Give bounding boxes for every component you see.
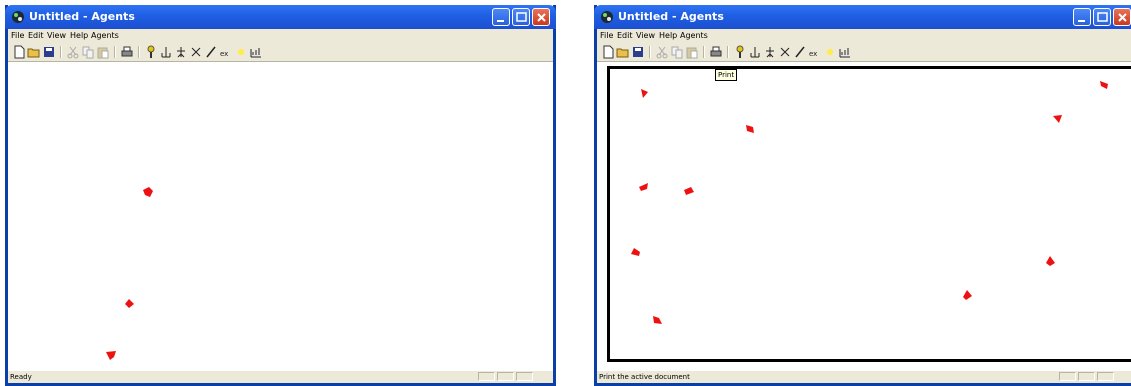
toolbar: ex: [597, 43, 1131, 62]
agent-marker: [1046, 256, 1055, 266]
status-text: Print the active document: [599, 373, 690, 381]
copy-icon[interactable]: [670, 45, 684, 59]
x-icon[interactable]: [189, 45, 203, 59]
agents-canvas[interactable]: [8, 62, 553, 371]
agent-marker: [684, 187, 694, 195]
world-boundary: [607, 66, 1131, 362]
app-icon: [600, 10, 614, 24]
print-tooltip: Print: [715, 69, 738, 81]
pen-icon[interactable]: [793, 45, 807, 59]
toolbar-separator: [703, 46, 705, 58]
toolbar-separator: [60, 46, 62, 58]
agents-window-left: Untitled - Agents File Edit View Help Ag…: [5, 5, 556, 386]
maximize-button[interactable]: [512, 8, 530, 26]
pitchfork-icon[interactable]: [748, 45, 762, 59]
agent-marker: [639, 183, 648, 191]
status-pane: [497, 372, 514, 381]
save-icon[interactable]: [42, 45, 56, 59]
status-pane: [1059, 372, 1076, 381]
new-icon[interactable]: [12, 45, 26, 59]
paste-icon[interactable]: [96, 45, 110, 59]
menu-edit[interactable]: Edit: [617, 31, 633, 40]
agent-marker: [125, 299, 134, 308]
toolbar-separator: [649, 46, 651, 58]
anchor-icon[interactable]: [763, 45, 777, 59]
agent-marker: [106, 351, 116, 360]
svg-text:ex: ex: [809, 50, 817, 58]
pitchfork-icon[interactable]: [159, 45, 173, 59]
new-icon[interactable]: [601, 45, 615, 59]
agent-marker: [641, 89, 648, 98]
anchor-icon[interactable]: [174, 45, 188, 59]
close-button[interactable]: [1113, 8, 1131, 26]
toolbar-separator: [727, 46, 729, 58]
title-bar[interactable]: Untitled - Agents: [5, 5, 556, 29]
menu-file[interactable]: File: [600, 31, 613, 40]
agent-marker: [746, 125, 754, 133]
status-text: Ready: [10, 373, 32, 381]
close-button[interactable]: [532, 8, 550, 26]
menu-edit[interactable]: Edit: [28, 31, 44, 40]
menu-bar: File Edit View Help Agents: [597, 29, 1131, 43]
pin-icon[interactable]: [733, 45, 747, 59]
minimize-button[interactable]: [1073, 8, 1091, 26]
menu-view[interactable]: View: [636, 31, 655, 40]
sparkle-icon[interactable]: [823, 45, 837, 59]
status-pane: [1097, 372, 1114, 381]
open-icon[interactable]: [616, 45, 630, 59]
agents-window-right: Untitled - Agents File Edit View Help Ag…: [594, 5, 1131, 386]
app-icon: [11, 10, 25, 24]
chart-icon[interactable]: [249, 45, 263, 59]
menu-bar: File Edit View Help Agents: [8, 29, 553, 43]
status-pane: [478, 372, 495, 381]
title-bar[interactable]: Untitled - Agents: [594, 5, 1131, 29]
menu-help[interactable]: Help: [70, 31, 88, 40]
toolbar-separator: [138, 46, 140, 58]
open-icon[interactable]: [27, 45, 41, 59]
ex-icon[interactable]: ex: [808, 45, 822, 59]
agent-marker: [143, 187, 153, 197]
status-bar: Ready: [8, 371, 553, 383]
window-title: Untitled - Agents: [618, 10, 724, 23]
x-icon[interactable]: [778, 45, 792, 59]
save-icon[interactable]: [631, 45, 645, 59]
ex-icon[interactable]: ex: [219, 45, 233, 59]
cut-icon[interactable]: [66, 45, 80, 59]
menu-agents[interactable]: Agents: [91, 31, 119, 40]
agents-canvas[interactable]: Print: [597, 62, 1131, 371]
menu-agents[interactable]: Agents: [680, 31, 708, 40]
pin-icon[interactable]: [144, 45, 158, 59]
copy-icon[interactable]: [81, 45, 95, 59]
agent-marker: [1100, 81, 1108, 89]
print-icon[interactable]: [120, 45, 134, 59]
status-pane: [516, 372, 533, 381]
window-title: Untitled - Agents: [29, 10, 135, 23]
toolbar-separator: [114, 46, 116, 58]
paste-icon[interactable]: [685, 45, 699, 59]
status-bar: Print the active document: [597, 371, 1131, 383]
minimize-button[interactable]: [492, 8, 510, 26]
print-icon[interactable]: [709, 45, 723, 59]
cut-icon[interactable]: [655, 45, 669, 59]
pen-icon[interactable]: [204, 45, 218, 59]
agent-marker: [1053, 115, 1062, 123]
menu-view[interactable]: View: [47, 31, 66, 40]
agent-marker: [631, 248, 640, 256]
agent-marker: [963, 290, 972, 300]
maximize-button[interactable]: [1093, 8, 1111, 26]
svg-text:ex: ex: [220, 50, 228, 58]
toolbar: ex: [8, 43, 553, 62]
agent-marker: [653, 316, 662, 324]
menu-help[interactable]: Help: [659, 31, 677, 40]
menu-file[interactable]: File: [11, 31, 24, 40]
sparkle-icon[interactable]: [234, 45, 248, 59]
chart-icon[interactable]: [838, 45, 852, 59]
status-pane: [1078, 372, 1095, 381]
